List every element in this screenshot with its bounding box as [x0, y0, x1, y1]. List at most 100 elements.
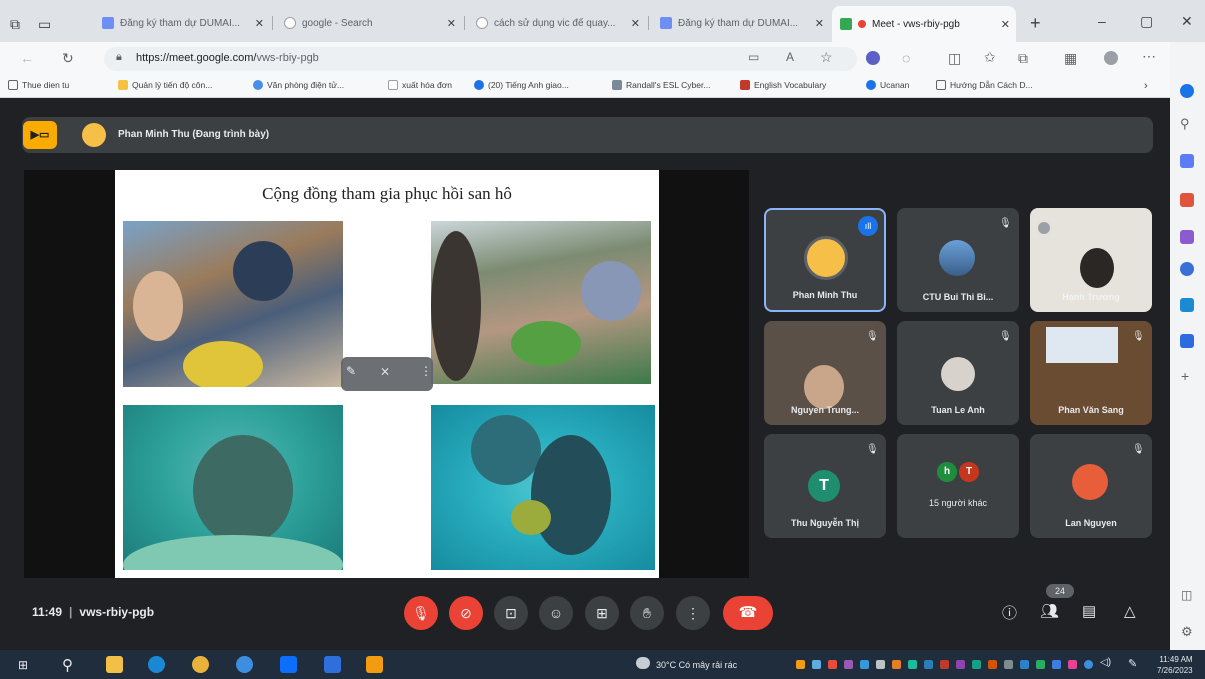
- participant-tile[interactable]: ıll Phan Minh Thu: [764, 208, 886, 312]
- participant-tile[interactable]: 🎙︎ CTU Bui Thi Bi...: [897, 208, 1019, 312]
- sidebar-search-icon[interactable]: ⚲: [1180, 116, 1190, 132]
- participant-tile[interactable]: 🎙︎ Lan Nguyen: [1030, 434, 1152, 538]
- bookmarks-overflow-icon[interactable]: ›: [1144, 80, 1148, 92]
- tray-icon[interactable]: [828, 660, 837, 669]
- edge-browser-icon[interactable]: [148, 656, 165, 673]
- close-window-button[interactable]: ✕: [1181, 13, 1193, 30]
- tray-icon[interactable]: [1004, 660, 1013, 669]
- tray-icon[interactable]: [796, 660, 805, 669]
- split-screen-icon[interactable]: ◫: [948, 50, 961, 67]
- lock-icon[interactable]: 🔒︎: [116, 51, 122, 64]
- bookmark-item[interactable]: Ucanan: [866, 80, 909, 90]
- sidebar-outlook-icon[interactable]: [1180, 298, 1194, 312]
- sidebar-settings-icon[interactable]: ⚙: [1181, 624, 1193, 640]
- participant-tile[interactable]: 🎙︎ Phan Văn Sang: [1030, 321, 1152, 425]
- weather-text[interactable]: 30°C Có mây rải rác: [656, 660, 737, 670]
- url-text[interactable]: https://meet.google.com/vws-rbiy-pgb: [136, 52, 319, 64]
- tab-actions-icon[interactable]: ▭: [38, 16, 51, 33]
- more-options-button[interactable]: ⋮: [676, 596, 710, 630]
- captions-button[interactable]: ⊡: [494, 596, 528, 630]
- tray-icon[interactable]: [972, 660, 981, 669]
- tray-icon[interactable]: [956, 660, 965, 669]
- tray-icon[interactable]: [812, 660, 821, 669]
- close-tab-icon[interactable]: ✕: [1001, 18, 1010, 31]
- extension-icon[interactable]: [866, 51, 880, 65]
- read-aloud-icon[interactable]: A: [786, 50, 794, 64]
- bookmark-item[interactable]: xuất hóa đơn: [388, 80, 452, 90]
- taskbar-clock[interactable]: 11:49 AM 7/26/2023: [1157, 654, 1193, 676]
- chat-icon[interactable]: ▤: [1082, 602, 1096, 620]
- activities-icon[interactable]: △: [1124, 602, 1136, 620]
- tab-3[interactable]: cách sử dụng vic để quay... ✕: [468, 9, 646, 37]
- tray-icon[interactable]: [860, 660, 869, 669]
- tray-icon[interactable]: [940, 660, 949, 669]
- raise-hand-button[interactable]: ✋︎: [630, 596, 664, 630]
- mic-toggle-button[interactable]: 🎙︎: [404, 596, 438, 630]
- more-menu-icon[interactable]: ⋯: [1142, 48, 1156, 65]
- favorites-icon[interactable]: ✩: [984, 49, 996, 66]
- participant-tile-others[interactable]: h T 15 người khác: [897, 434, 1019, 538]
- participant-tile[interactable]: 🎙︎ Nguyen Trung...: [764, 321, 886, 425]
- shield-icon[interactable]: ◌: [902, 50, 910, 66]
- meeting-details-icon[interactable]: ⓘ: [1002, 602, 1017, 623]
- bookmark-item[interactable]: Hướng Dẫn Cách D...: [936, 80, 1033, 90]
- sidebar-collapse-icon[interactable]: ◫: [1181, 588, 1192, 602]
- zoom-app-icon[interactable]: [280, 656, 297, 673]
- bookmark-item[interactable]: Văn phòng điện tử...: [253, 80, 344, 90]
- camera-permission-icon[interactable]: ▭: [748, 50, 759, 64]
- tray-icon[interactable]: [844, 660, 853, 669]
- workspaces-icon[interactable]: ⧉: [10, 16, 20, 33]
- close-tab-icon[interactable]: ✕: [631, 17, 640, 30]
- mute-audio-icon[interactable]: ⨯: [380, 364, 390, 378]
- close-tab-icon[interactable]: ✕: [815, 17, 824, 30]
- tab-1[interactable]: Đăng ký tham dự DUMAI... ✕: [94, 9, 270, 37]
- sidebar-drop-icon[interactable]: [1180, 334, 1194, 348]
- file-explorer-icon[interactable]: [106, 656, 123, 673]
- maximize-button[interactable]: ▢: [1140, 13, 1153, 30]
- people-icon[interactable]: 👥︎: [1040, 602, 1059, 620]
- pin-icon[interactable]: ✎: [346, 364, 356, 378]
- bookmark-item[interactable]: (20) Tiếng Anh giao...: [474, 80, 569, 90]
- network-icon[interactable]: [1084, 660, 1093, 669]
- sidebar-tools-icon[interactable]: [1180, 154, 1194, 168]
- bookmark-item[interactable]: Randall's ESL Cyber...: [612, 80, 710, 90]
- emoji-reaction-button[interactable]: ☺: [539, 596, 573, 630]
- bookmark-item[interactable]: English Vocabulary: [740, 80, 826, 90]
- sidebar-games-icon[interactable]: [1180, 230, 1194, 244]
- sidebar-shopping-icon[interactable]: [1180, 193, 1194, 207]
- tray-icon[interactable]: [1052, 660, 1061, 669]
- tab-meet-active[interactable]: Meet - vws-rbiy-pgb ✕: [832, 6, 1016, 42]
- sidebar-add-icon[interactable]: +: [1181, 368, 1189, 384]
- minimize-button[interactable]: –: [1098, 13, 1106, 29]
- internet-explorer-icon[interactable]: [236, 656, 253, 673]
- close-tab-icon[interactable]: ✕: [255, 17, 264, 30]
- tray-icon[interactable]: [892, 660, 901, 669]
- tray-icon[interactable]: [924, 660, 933, 669]
- participant-tile[interactable]: Hạnh Trương: [1030, 208, 1152, 312]
- start-button-icon[interactable]: ⊞: [18, 658, 28, 672]
- camera-toggle-button[interactable]: ⊘: [449, 596, 483, 630]
- pen-icon[interactable]: ✎: [1128, 657, 1137, 670]
- new-tab-button[interactable]: +: [1030, 13, 1041, 34]
- profile-avatar[interactable]: [1104, 51, 1118, 65]
- close-tab-icon[interactable]: ✕: [447, 17, 456, 30]
- tab-2[interactable]: google - Search ✕: [276, 9, 462, 37]
- tray-icon[interactable]: [1036, 660, 1045, 669]
- sidebar-app-icon[interactable]: [1180, 84, 1194, 98]
- presenting-icon[interactable]: ▶▭: [23, 121, 57, 149]
- word-app-icon[interactable]: [324, 656, 341, 673]
- tray-icon[interactable]: [876, 660, 885, 669]
- present-button[interactable]: ⊞: [585, 596, 619, 630]
- tab-4[interactable]: Đăng ký tham dự DUMAI... ✕: [652, 9, 830, 37]
- tray-icon[interactable]: [1020, 660, 1029, 669]
- bookmark-item[interactable]: Quản lý tiến độ côn...: [118, 80, 212, 90]
- vlc-app-icon[interactable]: [366, 656, 383, 673]
- back-icon[interactable]: ←: [20, 50, 34, 66]
- tray-icon[interactable]: [988, 660, 997, 669]
- extensions-icon[interactable]: ▦: [1064, 50, 1077, 67]
- more-options-icon[interactable]: ⋮: [420, 364, 432, 378]
- collections-icon[interactable]: ⧉: [1018, 50, 1028, 67]
- favorite-star-icon[interactable]: ☆: [820, 49, 833, 66]
- bookmark-item[interactable]: Thue dien tu: [8, 80, 69, 90]
- tray-icon[interactable]: [1068, 660, 1077, 669]
